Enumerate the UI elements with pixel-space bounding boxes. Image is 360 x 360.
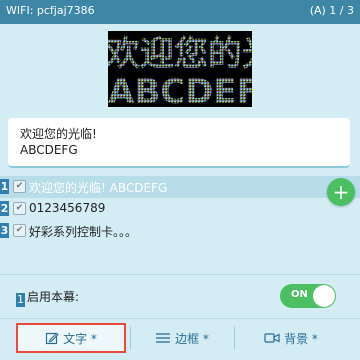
wifi-ssid: WIFI: pcfjaj7386 [6, 4, 95, 17]
item-number: 3 [0, 223, 9, 238]
checkbox[interactable]: ✔ [13, 202, 26, 215]
item-number: 2 [0, 201, 9, 216]
divider [0, 274, 360, 275]
tab-bar: 文字 * 边框 * 背景 * [0, 323, 360, 355]
editor-line-1: 欢迎您的光临! [20, 127, 97, 141]
tab-label: 背景 * [284, 331, 318, 346]
list-item[interactable]: 1 ✔ 欢迎您的光临! ABCDEFG [0, 176, 360, 198]
divider [0, 318, 360, 319]
tab-separator [234, 327, 235, 349]
preview-line2: ABCDEFG [108, 72, 252, 107]
enable-text: 启用本幕: [27, 290, 80, 304]
page-indicator: (A) 1 / 3 [309, 4, 354, 17]
video-icon [264, 333, 280, 343]
toggle-knob [313, 285, 335, 307]
lines-icon [156, 333, 171, 343]
toggle-label: ON [291, 289, 308, 300]
enable-scene-label: 1 启用本幕: [16, 288, 79, 307]
program-list: 1 ✔ 欢迎您的光临! ABCDEFG 2 ✔ 0123456789 3 ✔ 好… [0, 176, 360, 242]
tab-label: 文字 * [63, 331, 97, 346]
list-item[interactable]: 3 ✔ 好彩系列控制卡。。。 [0, 220, 360, 242]
preview-line1: 欢迎您的光临! [108, 34, 252, 74]
tab-text[interactable]: 文字 * [16, 323, 126, 353]
tab-border[interactable]: 边框 * [132, 323, 232, 353]
tab-label: 边框 * [175, 331, 209, 346]
tab-background[interactable]: 背景 * [238, 323, 344, 353]
item-label: 好彩系列控制卡。。。 [29, 225, 138, 239]
item-number: 1 [0, 179, 9, 194]
text-editor[interactable]: 欢迎您的光临! ABCDEFG [8, 118, 350, 168]
editor-line-2: ABCDEFG [20, 143, 78, 157]
add-button[interactable]: + [327, 178, 355, 206]
status-bar: WIFI: pcfjaj7386 (A) 1 / 3 [0, 0, 360, 24]
item-label: 欢迎您的光临! ABCDEFG [29, 181, 168, 195]
checkbox[interactable]: ✔ [13, 224, 26, 237]
list-item[interactable]: 2 ✔ 0123456789 [0, 198, 360, 220]
checkbox[interactable]: ✔ [13, 180, 26, 193]
led-preview: 欢迎您的光临! ABCDEFG [108, 31, 252, 107]
enable-toggle[interactable]: ON [280, 284, 336, 308]
enable-number: 1 [16, 293, 25, 307]
edit-icon [45, 332, 59, 345]
tab-separator [130, 327, 131, 349]
item-label: 0123456789 [29, 201, 106, 215]
